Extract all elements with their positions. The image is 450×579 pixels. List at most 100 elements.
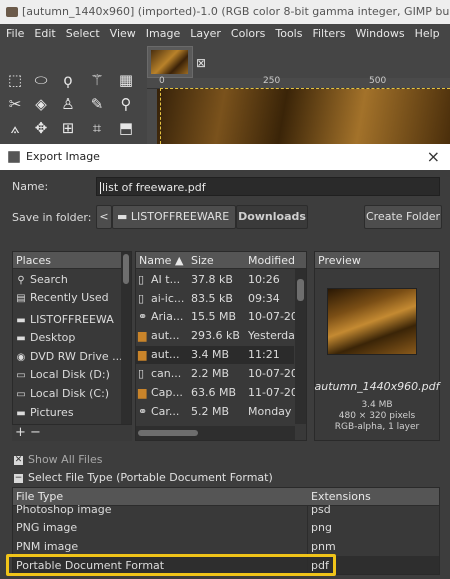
menu-file[interactable]: File xyxy=(0,24,28,44)
file-name: ai-ic... xyxy=(151,292,185,305)
measure-icon[interactable]: ⟑ xyxy=(3,116,27,140)
menu-filters[interactable]: Filters xyxy=(306,24,349,44)
place-local-disk-c[interactable]: ▭ Local Disk (C:) xyxy=(15,385,109,403)
path-folder-button[interactable]: ▬ LISTOFFREEWARE xyxy=(112,205,236,229)
checkbox-checked-icon: ✕ xyxy=(14,454,23,465)
name-label: Name: xyxy=(12,180,49,193)
path-back-button[interactable]: < xyxy=(96,205,112,229)
file-row[interactable]: ▆ aut... 293.6 kB Yesterda xyxy=(136,327,295,345)
col-name[interactable]: Name ▲ xyxy=(139,252,183,269)
image-tab[interactable] xyxy=(147,46,193,78)
file-icon: ▯ xyxy=(138,273,145,286)
place-desktop[interactable]: ▬ Desktop xyxy=(15,329,75,347)
file-row[interactable]: ▯ ai-ic... 83.5 kB 09:34 xyxy=(136,290,294,308)
file-type-row[interactable]: PNG image png xyxy=(13,518,439,537)
file-list-hscrollbar[interactable] xyxy=(136,426,295,440)
filename-input[interactable]: list of freeware.pdf xyxy=(96,177,440,196)
paths-icon[interactable]: ♙ xyxy=(56,92,80,116)
file-row[interactable]: ⚭ Car... 5.2 MB Monday xyxy=(136,403,294,421)
file-row-selected[interactable]: ▆ aut... 3.4 MB 11:21 xyxy=(136,346,294,364)
move-icon[interactable]: ✥ xyxy=(29,116,53,140)
zoom-icon[interactable]: ⚲ xyxy=(114,92,138,116)
menu-edit[interactable]: Edit xyxy=(28,24,59,44)
col-modified[interactable]: Modified xyxy=(248,252,295,269)
color-picker-icon[interactable]: ✎ xyxy=(85,92,109,116)
place-recent[interactable]: ▤ Recently Used xyxy=(15,289,109,307)
menu-windows[interactable]: Windows xyxy=(349,24,408,44)
file-type-row[interactable]: Photoshop image psd xyxy=(13,500,439,519)
file-size: 3.4 MB xyxy=(191,348,230,361)
folder-icon: ▬ xyxy=(16,333,26,344)
file-size: 5.2 MB xyxy=(191,405,230,418)
lasso-icon[interactable]: ϙ xyxy=(56,68,80,92)
places-header: Places xyxy=(13,252,131,269)
file-list-header: Name ▲ Size Modified xyxy=(136,252,306,269)
file-list-scrollbar[interactable] xyxy=(295,269,306,424)
file-list-hscroll-thumb[interactable] xyxy=(138,430,198,436)
crop-icon[interactable]: ⌗ xyxy=(85,116,109,140)
file-list-scroll-thumb[interactable] xyxy=(297,279,304,301)
search-icon: ⚲ xyxy=(17,275,25,286)
file-type-ext: png xyxy=(311,521,332,534)
file-row[interactable]: ▆ Cap... 63.6 MB 11-07-20 xyxy=(136,384,298,402)
file-row[interactable]: ▯ AI t... 37.8 kB 10:26 xyxy=(136,271,294,289)
disc-icon: ◉ xyxy=(16,352,26,363)
menu-tools[interactable]: Tools xyxy=(269,24,306,44)
ruler-label: 0 xyxy=(159,76,165,86)
scissors-icon[interactable]: ✂ xyxy=(3,92,27,116)
menu-help[interactable]: Help xyxy=(409,24,444,44)
file-type-name: Photoshop image xyxy=(16,503,112,516)
file-name: Cap... xyxy=(151,386,183,399)
ellipse-select-icon[interactable]: ⬭ xyxy=(29,68,53,92)
file-size: 15.5 MB xyxy=(191,310,237,323)
file-row[interactable]: ▯ can... 2.2 MB 10-07-20 xyxy=(136,365,298,383)
menu-image[interactable]: Image xyxy=(140,24,184,44)
gimp-window-title: [autumn_1440x960] (imported)-1.0 (RGB co… xyxy=(22,5,450,18)
place-pictures[interactable]: ▬ Pictures xyxy=(15,404,74,422)
file-size: 63.6 MB xyxy=(191,386,237,399)
places-scroll-thumb[interactable] xyxy=(123,254,129,284)
close-tab-icon[interactable]: ⊠ xyxy=(196,56,206,70)
col-size[interactable]: Size xyxy=(191,252,214,269)
fuzzy-select-icon[interactable]: ⚚ xyxy=(85,68,109,92)
dialog-app-icon xyxy=(8,151,20,163)
place-label: Recently Used xyxy=(30,291,109,304)
path-downloads-button[interactable]: Downloads xyxy=(236,205,308,229)
link-icon: ⚭ xyxy=(138,405,148,418)
place-dvd-drive[interactable]: ◉ DVD RW Drive ... xyxy=(15,348,123,366)
unified-transform-icon[interactable]: ⬒ xyxy=(114,116,138,140)
place-label: Local Disk (D:) xyxy=(30,368,110,381)
collapse-icon: − xyxy=(14,472,23,483)
file-modified: Monday xyxy=(248,405,292,418)
preview-header: Preview xyxy=(315,252,439,269)
menu-colors[interactable]: Colors xyxy=(225,24,269,44)
color-select-icon[interactable]: ▦ xyxy=(114,68,138,92)
place-local-disk-d[interactable]: ▭ Local Disk (D:) xyxy=(15,366,110,384)
place-search[interactable]: ⚲ Search xyxy=(15,271,67,289)
drive-icon: ▭ xyxy=(16,389,26,400)
create-folder-button[interactable]: Create Folder xyxy=(364,205,442,229)
place-label: Pictures xyxy=(30,406,74,419)
drive-icon: ▭ xyxy=(16,370,26,381)
remove-place-button[interactable]: − xyxy=(30,425,41,440)
add-place-button[interactable]: + xyxy=(15,425,26,440)
menu-view[interactable]: View xyxy=(104,24,140,44)
file-modified: 11-07-20 xyxy=(248,386,298,399)
file-modified: 10:26 xyxy=(248,273,280,286)
rect-select-icon[interactable]: ⬚ xyxy=(3,68,27,92)
select-file-type-expander[interactable]: − Select File Type (Portable Document For… xyxy=(14,471,273,484)
place-listoffreeware[interactable]: ▬ LISTOFFREEWA xyxy=(15,311,113,329)
file-row[interactable]: ⚭ Aria... 15.5 MB 10-07-20 xyxy=(136,308,298,326)
show-all-files-toggle[interactable]: ✕ Show All Files xyxy=(14,453,102,466)
text-caret xyxy=(100,182,101,194)
preview-mode: RGB-alpha, 1 layer xyxy=(334,422,420,432)
place-label: Local Disk (C:) xyxy=(30,387,110,400)
align-icon[interactable]: ⊞ xyxy=(56,116,80,140)
foreground-select-icon[interactable]: ◈ xyxy=(29,92,53,116)
menu-select[interactable]: Select xyxy=(60,24,104,44)
folder-icon: ▬ xyxy=(16,408,26,419)
menu-layer[interactable]: Layer xyxy=(184,24,225,44)
close-dialog-icon[interactable]: × xyxy=(427,144,440,170)
places-scrollbar[interactable] xyxy=(121,252,131,424)
file-size: 2.2 MB xyxy=(191,367,230,380)
